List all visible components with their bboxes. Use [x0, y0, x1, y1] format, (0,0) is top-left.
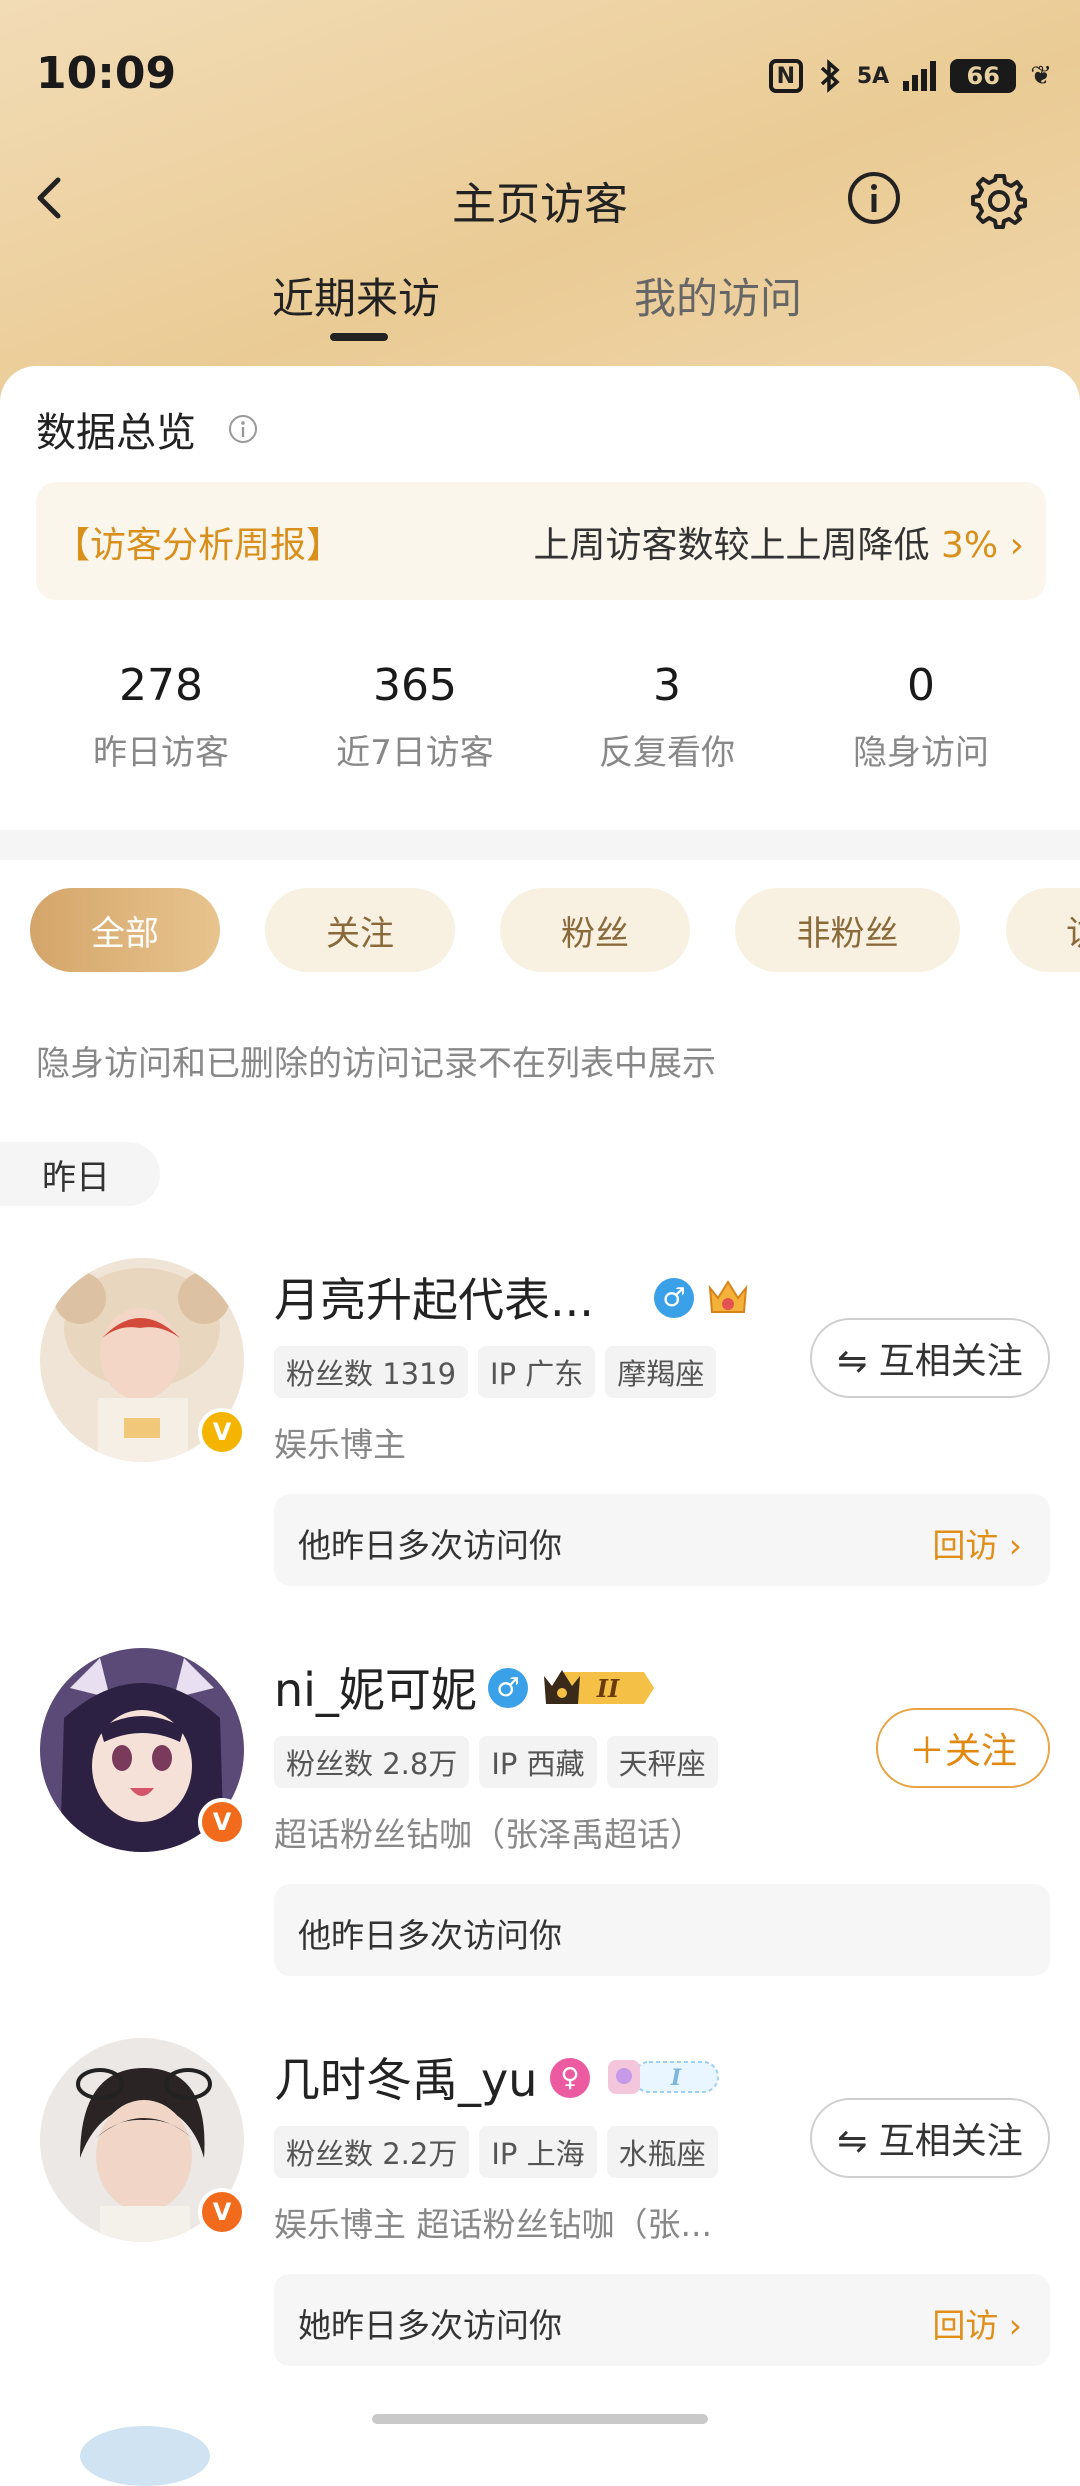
visit-text: 他昨日多次访问你 — [298, 1526, 562, 1565]
section-divider — [0, 830, 1080, 860]
signal-icon — [903, 61, 937, 91]
status-icons: N 5A 66 ❦ — [768, 58, 1052, 94]
visitor-tags: 粉丝数 1319 IP 广东 摩羯座 — [274, 1346, 717, 1398]
female-icon: ♀ — [550, 2058, 590, 2098]
nav-bar: 主页访客 — [0, 150, 1080, 250]
report-percentage: 3% — [941, 525, 999, 566]
status-time: 10:09 — [36, 48, 177, 99]
privacy-note: 隐身访问和已删除的访问记录不在列表中展示 — [36, 1044, 716, 1084]
visit-info-bar: 他昨日多次访问你 — [274, 1884, 1050, 1976]
overview-info-icon[interactable] — [228, 414, 258, 444]
filter-all[interactable]: 全部 — [30, 888, 220, 972]
report-summary: 上周访客数较上上周降低 3% › — [534, 516, 1024, 568]
network-type: 5A — [856, 63, 890, 89]
ip-tag: IP 广东 — [478, 1346, 596, 1398]
male-icon: ♂ — [654, 1278, 694, 1318]
filter-non-fans[interactable]: 非粉丝 — [735, 888, 960, 972]
verified-badge-icon: V — [198, 1798, 246, 1846]
filter-following[interactable]: 关注 — [265, 888, 455, 972]
overview-title: 数据总览 — [36, 410, 196, 456]
ip-tag: IP 西藏 — [479, 1736, 597, 1788]
stat-value: 0 — [907, 660, 935, 711]
stat-label: 近7日访客 — [336, 733, 494, 773]
crown-badge-icon — [708, 1280, 748, 1313]
tab-indicator — [330, 333, 388, 341]
svg-text:I: I — [670, 2065, 682, 2091]
fan-count-tag: 粉丝数 2.2万 — [274, 2126, 470, 2178]
stat-hidden-visits[interactable]: 0 隐身访问 — [796, 660, 1046, 774]
stat-value: 3 — [653, 660, 681, 711]
chevron-right-icon: › — [1009, 525, 1024, 566]
report-label: 【访客分析周报】 — [54, 525, 343, 566]
bluetooth-icon — [820, 59, 840, 93]
visit-info-bar: 他昨日多次访问你 回访 › — [274, 1494, 1050, 1586]
visit-info-bar: 她昨日多次访问你 回访 › — [274, 2274, 1050, 2366]
male-icon: ♂ — [488, 1668, 528, 1708]
verified-badge-icon: V — [198, 1408, 246, 1456]
nfc-icon: N — [768, 59, 803, 93]
fan-count-tag: 粉丝数 2.8万 — [274, 1736, 470, 1788]
verified-badge-icon: V — [198, 2188, 246, 2236]
visitor-item[interactable]: V 几时冬禹_yu ♀ I 粉丝数 2.2万 IP 上海 水瓶座 娱乐博主 超话… — [0, 2038, 1080, 2378]
mutual-follow-button[interactable]: ⇋ 互相关注 — [810, 2098, 1050, 2178]
visitor-description: 娱乐博主 — [274, 1425, 406, 1464]
level-badge-icon: II — [544, 1670, 654, 1704]
follow-button[interactable]: ＋关注 — [876, 1708, 1050, 1788]
weekly-report-banner[interactable]: 【访客分析周报】 上周访客数较上上周降低 3% › — [36, 482, 1046, 600]
home-indicator[interactable] — [372, 2414, 708, 2424]
stat-label: 昨日访客 — [93, 733, 229, 773]
zodiac-tag: 摩羯座 — [605, 1346, 717, 1398]
visit-text: 她昨日多次访问你 — [298, 2306, 562, 2345]
zodiac-tag: 水瓶座 — [606, 2126, 718, 2178]
stat-yesterday[interactable]: 278 昨日访客 — [36, 660, 286, 774]
stat-label: 隐身访问 — [853, 733, 989, 773]
level-badge-icon: I — [608, 2060, 719, 2094]
visitor-item[interactable]: V ni_妮可妮 ♂ II 粉丝数 2.8万 IP 西藏 天秤座 超话粉丝钻咖（… — [0, 1648, 1080, 1988]
mutual-follow-button[interactable]: ⇋ 互相关注 — [810, 1318, 1050, 1398]
stat-last-7-days[interactable]: 365 近7日访客 — [290, 660, 540, 774]
info-icon[interactable] — [846, 170, 902, 226]
tab-recent-visits[interactable]: 近期来访 — [272, 265, 440, 326]
stat-repeat-views[interactable]: 3 反复看你 — [542, 660, 792, 774]
report-text: 上周访客数较上上周降低 — [533, 525, 930, 566]
filter-more[interactable]: 访 — [1006, 888, 1080, 972]
stat-value: 365 — [373, 660, 457, 711]
zodiac-tag: 天秤座 — [606, 1736, 718, 1788]
filter-fans[interactable]: 粉丝 — [500, 888, 690, 972]
stat-label: 反复看你 — [599, 733, 735, 773]
avatar[interactable] — [80, 2426, 210, 2486]
tab-bar: 近期来访 我的访问 — [0, 265, 1080, 345]
visitor-description: 超话粉丝钻咖（张泽禹超话） — [274, 1815, 703, 1854]
visitor-tags: 粉丝数 2.8万 IP 西藏 天秤座 — [274, 1736, 718, 1788]
revisit-link[interactable]: 回访 › — [932, 2299, 1022, 2347]
visitor-description: 娱乐博主 超话粉丝钻咖（张... — [274, 2205, 712, 2244]
gear-icon[interactable] — [969, 170, 1029, 230]
visitor-name[interactable]: 月亮升起代表... — [274, 1264, 594, 1330]
status-bar: 10:09 N 5A 66 ❦ — [0, 0, 1080, 150]
leaf-icon: ❦ — [1030, 61, 1052, 91]
revisit-link[interactable]: 回访 › — [932, 1519, 1022, 1567]
visitor-name[interactable]: ni_妮可妮 — [274, 1654, 477, 1720]
visitor-name[interactable]: 几时冬禹_yu — [274, 2044, 537, 2110]
ip-tag: IP 上海 — [479, 2126, 597, 2178]
battery-icon: 66 — [950, 59, 1017, 93]
visitor-tags: 粉丝数 2.2万 IP 上海 水瓶座 — [274, 2126, 718, 2178]
tab-my-visits[interactable]: 我的访问 — [634, 265, 802, 326]
section-label-yesterday: 昨日 — [0, 1142, 160, 1206]
visit-text: 他昨日多次访问你 — [298, 1916, 562, 1955]
visitor-item[interactable]: V 月亮升起代表... ♂ 粉丝数 1319 IP 广东 摩羯座 娱乐博主 ⇋ … — [0, 1258, 1080, 1598]
stat-value: 278 — [119, 660, 203, 711]
page-title: 主页访客 — [452, 179, 628, 230]
svg-text:II: II — [596, 1674, 620, 1703]
fan-count-tag: 粉丝数 1319 — [274, 1346, 469, 1398]
